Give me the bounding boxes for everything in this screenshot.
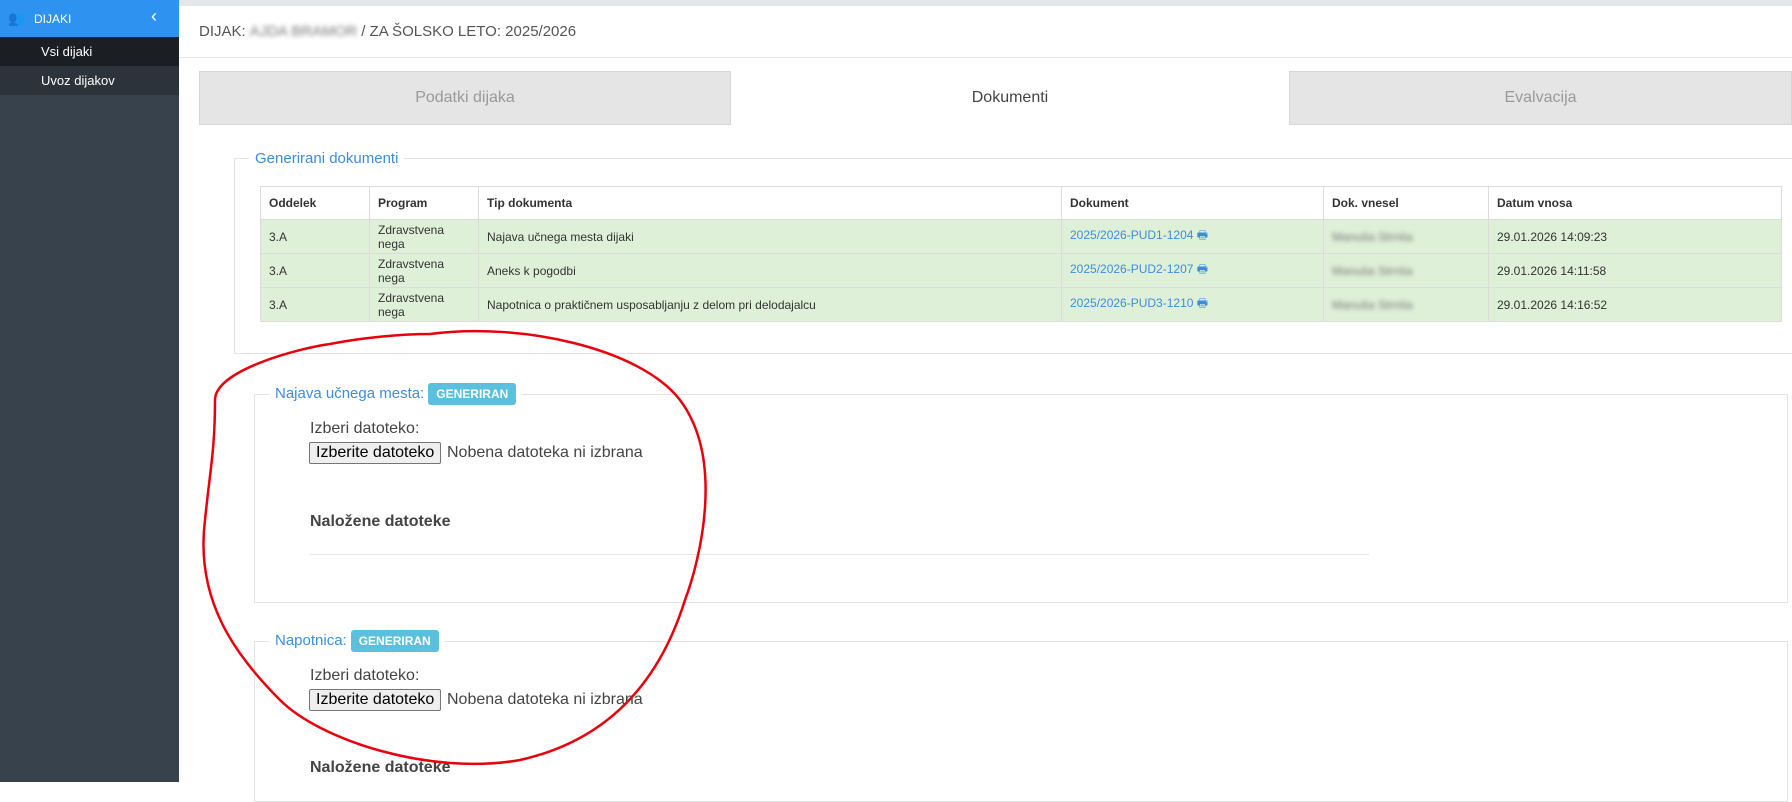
red-circle-annotation xyxy=(202,329,707,766)
